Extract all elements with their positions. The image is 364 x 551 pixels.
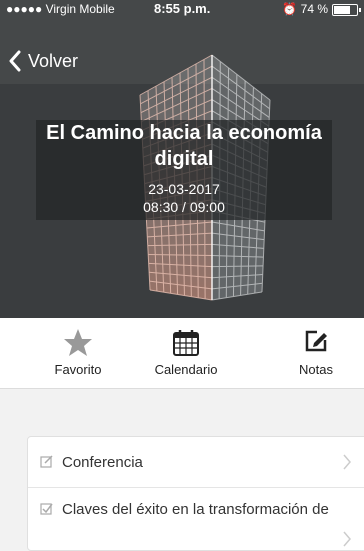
event-time: 08:30 / 09:00 xyxy=(143,199,225,215)
event-title: El Camino hacia la economía digital xyxy=(46,122,322,170)
action-bar: Favorito Calendario Notas xyxy=(0,318,364,389)
checkbox-icon xyxy=(40,503,53,515)
calendar-button[interactable]: Calendario xyxy=(140,318,232,388)
list-item-label: Conferencia xyxy=(62,454,143,471)
notes-label: Notas xyxy=(299,362,333,377)
list-item-claves[interactable]: Claves del éxito en la transformación de xyxy=(28,488,364,550)
battery-icon xyxy=(332,4,361,16)
star-icon xyxy=(64,329,92,356)
battery-fill xyxy=(334,6,351,14)
calendar-label: Calendario xyxy=(154,362,218,377)
back-button[interactable]: Volver xyxy=(8,50,78,72)
note-edit-icon xyxy=(305,330,327,352)
battery-label: ⏰ 74 % xyxy=(282,2,328,16)
list-item-label: Claves del éxito en la transformación de xyxy=(62,501,329,518)
session-list: Conferencia Claves del éxito en la trans… xyxy=(27,436,364,551)
battery-tip xyxy=(359,8,361,12)
carrier-label: ●●●●● Virgin Mobile xyxy=(6,2,115,16)
favorite-label: Favorito xyxy=(54,362,102,377)
status-bar: ●●●●● Virgin Mobile 8:55 p.m. ⏰ 74 % xyxy=(0,0,364,18)
chevron-right-icon xyxy=(343,454,351,470)
event-header: ●●●●● Virgin Mobile 8:55 p.m. ⏰ 74 % Vol… xyxy=(0,0,364,318)
chevron-left-icon xyxy=(9,50,21,72)
battery-percent: 74 % xyxy=(300,2,328,16)
clock-label: 8:55 p.m. xyxy=(154,1,211,16)
list-item-conferencia[interactable]: Conferencia xyxy=(28,437,364,488)
chevron-right-icon xyxy=(343,531,351,547)
calendar-icon xyxy=(173,330,199,356)
favorite-button[interactable]: Favorito xyxy=(36,318,120,388)
event-date: 23-03-2017 xyxy=(148,181,220,197)
alarm-icon: ⏰ xyxy=(282,2,298,16)
notes-button[interactable]: Notas xyxy=(284,318,348,388)
back-label: Volver xyxy=(28,50,79,71)
edit-icon xyxy=(40,455,53,468)
